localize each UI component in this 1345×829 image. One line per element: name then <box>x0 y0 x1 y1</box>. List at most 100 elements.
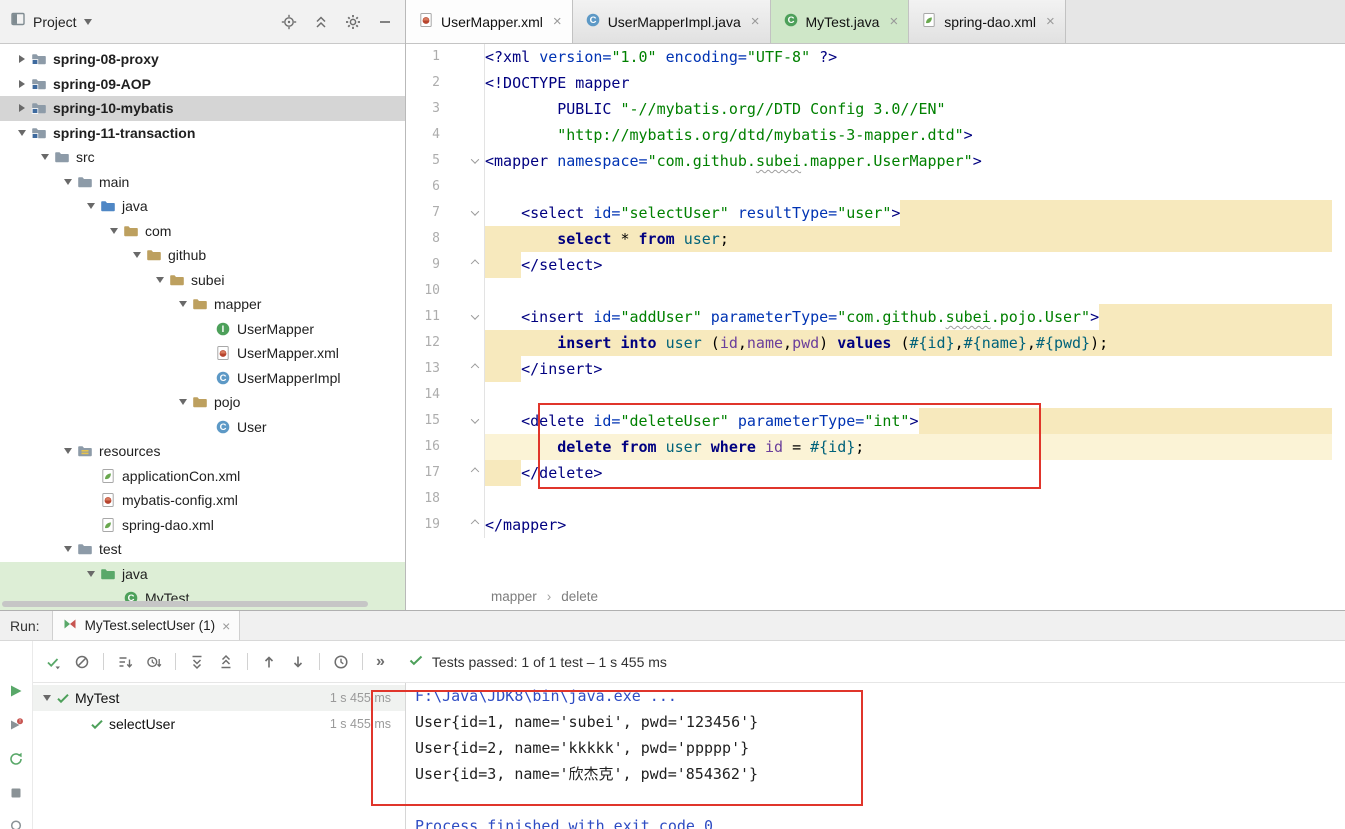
breadcrumb-item-delete[interactable]: delete <box>561 589 598 604</box>
code-line[interactable]: "http://mybatis.org/dtd/mybatis-3-mapper… <box>485 122 1332 148</box>
pin-icon[interactable] <box>8 819 24 829</box>
expand-arrow-icon[interactable] <box>41 154 49 161</box>
editor-gutter[interactable]: 12 <box>406 330 485 356</box>
tree-item-usermapperimpl[interactable]: C UserMapperImpl <box>0 366 405 391</box>
expand-arrow-icon[interactable] <box>64 178 72 185</box>
code-line[interactable]: </select> <box>485 252 1332 278</box>
tree-item-usermapper-xml[interactable]: UserMapper.xml <box>0 341 405 366</box>
collapse-all-icon[interactable] <box>313 14 329 30</box>
stop-icon[interactable] <box>8 785 24 801</box>
code-line[interactable]: delete from user where id = #{id}; <box>485 434 1332 460</box>
show-passed-icon[interactable] <box>45 654 61 670</box>
toggle-auto-test-icon[interactable] <box>8 751 24 767</box>
rerun-tests-icon[interactable] <box>8 683 24 699</box>
editor-gutter[interactable]: 1 <box>406 44 485 70</box>
tree-item-spring-08-proxy[interactable]: spring-08-proxy <box>0 47 405 72</box>
editor-gutter[interactable]: 14 <box>406 382 485 408</box>
fold-open-icon[interactable] <box>470 155 480 164</box>
previous-failed-test-icon[interactable] <box>261 654 277 670</box>
fold-open-icon[interactable] <box>470 207 480 216</box>
close-icon[interactable]: × <box>553 13 562 30</box>
fold-close-icon[interactable] <box>470 259 480 268</box>
code-line[interactable]: </insert> <box>485 356 1332 382</box>
code-line[interactable]: <!DOCTYPE mapper <box>485 70 1332 96</box>
hide-panel-icon[interactable] <box>377 14 393 30</box>
expand-arrow-icon[interactable] <box>179 399 187 406</box>
code-line[interactable]: <select id= "selectUser" resultType= "user… <box>485 200 1332 226</box>
expand-arrow-icon[interactable] <box>64 546 72 553</box>
editor-tab-spring-dao-xml[interactable]: spring-dao.xml × <box>909 0 1066 43</box>
settings-gear-icon[interactable] <box>345 14 361 30</box>
tree-item-java[interactable]: java <box>0 561 405 586</box>
chevron-down-icon[interactable] <box>83 18 92 25</box>
test-node-mytest[interactable]: MyTest 1 s 455 ms <box>33 685 405 711</box>
editor-gutter[interactable]: 2 <box>406 70 485 96</box>
editor-gutter[interactable]: 16 <box>406 434 485 460</box>
tree-item-main[interactable]: main <box>0 170 405 195</box>
expand-arrow-icon[interactable] <box>87 203 95 210</box>
sort-by-duration-icon[interactable] <box>146 654 162 670</box>
sort-alphabetically-icon[interactable] <box>117 654 133 670</box>
code-line[interactable] <box>485 278 1332 304</box>
code-line[interactable] <box>485 174 1332 200</box>
tree-item-com[interactable]: com <box>0 219 405 244</box>
code-line[interactable]: <insert id= "addUser" parameterType= "com.… <box>485 304 1332 330</box>
collapse-arrow-icon[interactable] <box>19 55 25 64</box>
editor-gutter[interactable]: 15 <box>406 408 485 434</box>
code-line[interactable] <box>485 382 1332 408</box>
tree-item-spring-09-aop[interactable]: spring-09-AOP <box>0 72 405 97</box>
tree-item-subei[interactable]: subei <box>0 268 405 293</box>
editor-tab-usermapperimpl-java[interactable]: C UserMapperImpl.java × <box>572 0 771 43</box>
expand-arrow-icon[interactable] <box>87 570 95 577</box>
expand-arrow-icon[interactable] <box>64 448 72 455</box>
close-icon[interactable]: × <box>1046 13 1055 30</box>
next-failed-test-icon[interactable] <box>290 654 306 670</box>
tree-item-spring-dao-xml[interactable]: spring-dao.xml <box>0 513 405 538</box>
code-editor[interactable]: 1 <?xml version= "1.0" encoding= "UTF-8" ?>… <box>406 44 1345 583</box>
more-icon[interactable]: » <box>376 653 385 670</box>
console-output[interactable]: F:\Java\JDK8\bin\java.exe ... User{id=1, … <box>405 683 1345 829</box>
collapse-arrow-icon[interactable] <box>19 104 25 113</box>
tree-item-spring-11-transaction[interactable]: spring-11-transaction <box>0 121 405 146</box>
fold-close-icon[interactable] <box>470 467 480 476</box>
close-icon[interactable]: × <box>889 13 898 30</box>
fold-close-icon[interactable] <box>470 519 480 528</box>
close-icon[interactable]: × <box>222 618 230 634</box>
tree-item-mybatis-config-xml[interactable]: mybatis-config.xml <box>0 488 405 513</box>
collapse-all-run-icon[interactable] <box>218 654 234 670</box>
code-line[interactable] <box>485 486 1332 512</box>
horizontal-scrollbar[interactable] <box>2 601 368 607</box>
expand-arrow-icon[interactable] <box>110 227 118 234</box>
tree-item-spring-10-mybatis[interactable]: spring-10-mybatis <box>0 96 405 121</box>
tree-item-usermapper[interactable]: I UserMapper <box>0 317 405 342</box>
editor-gutter[interactable]: 11 <box>406 304 485 330</box>
expand-all-icon[interactable] <box>189 654 205 670</box>
rerun-failed-tests-icon[interactable]: ! <box>8 717 24 733</box>
fold-open-icon[interactable] <box>470 415 480 424</box>
tree-item-pojo[interactable]: pojo <box>0 390 405 415</box>
code-line[interactable]: <?xml version= "1.0" encoding= "UTF-8" ?> <box>485 44 1332 70</box>
code-line[interactable]: <mapper namespace= "com.github. subei .mapp… <box>485 148 1332 174</box>
code-line[interactable]: </delete> <box>485 460 1332 486</box>
expand-arrow-icon[interactable] <box>43 695 51 701</box>
expand-arrow-icon[interactable] <box>18 129 26 136</box>
editor-gutter[interactable]: 13 <box>406 356 485 382</box>
editor-gutter[interactable]: 3 <box>406 96 485 122</box>
code-line[interactable]: </mapper> <box>485 512 1332 538</box>
editor-gutter[interactable]: 4 <box>406 122 485 148</box>
fold-open-icon[interactable] <box>470 311 480 320</box>
editor-gutter[interactable]: 8 <box>406 226 485 252</box>
tree-item-resources[interactable]: resources <box>0 439 405 464</box>
tree-item-github[interactable]: github <box>0 243 405 268</box>
expand-arrow-icon[interactable] <box>133 252 141 259</box>
tree-item-user[interactable]: C User <box>0 415 405 440</box>
collapse-arrow-icon[interactable] <box>19 79 25 88</box>
close-icon[interactable]: × <box>751 13 760 30</box>
code-line[interactable]: select * from user; <box>485 226 1332 252</box>
fold-close-icon[interactable] <box>470 363 480 372</box>
editor-tab-mytest-java[interactable]: C MyTest.java × <box>770 0 910 43</box>
tree-item-applicationcon-xml[interactable]: applicationCon.xml <box>0 464 405 489</box>
test-node-selectuser[interactable]: selectUser 1 s 455 ms <box>33 711 405 737</box>
editor-gutter[interactable]: 6 <box>406 174 485 200</box>
editor-gutter[interactable]: 18 <box>406 486 485 512</box>
